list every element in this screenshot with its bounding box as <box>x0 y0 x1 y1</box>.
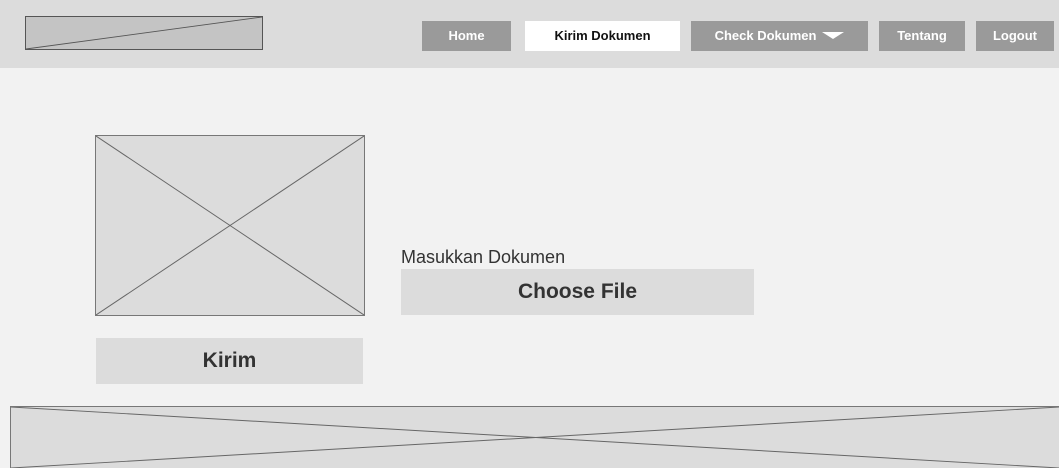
nav-item-home[interactable]: Home <box>422 21 511 51</box>
nav-item-logout[interactable]: Logout <box>976 21 1054 51</box>
choose-file-button[interactable]: Choose File <box>401 269 754 315</box>
image-placeholder <box>95 135 365 316</box>
footer-placeholder-icon <box>11 407 1059 468</box>
navbar: Home Kirim Dokumen Check Dokumen Tentang… <box>0 0 1059 68</box>
image-placeholder-icon <box>96 136 364 315</box>
nav-item-kirim-dokumen[interactable]: Kirim Dokumen <box>525 21 680 51</box>
logo-placeholder[interactable] <box>25 16 263 50</box>
footer-placeholder <box>10 406 1059 468</box>
logo-placeholder-icon <box>26 17 262 49</box>
nav-item-tentang[interactable]: Tentang <box>879 21 965 51</box>
upload-label: Masukkan Dokumen <box>401 247 566 267</box>
nav-item-check-dokumen-label: Check Dokumen <box>714 28 817 43</box>
chevron-down-icon <box>822 32 845 40</box>
nav-item-check-dokumen[interactable]: Check Dokumen <box>691 21 868 51</box>
kirim-button[interactable]: Kirim <box>96 338 363 384</box>
